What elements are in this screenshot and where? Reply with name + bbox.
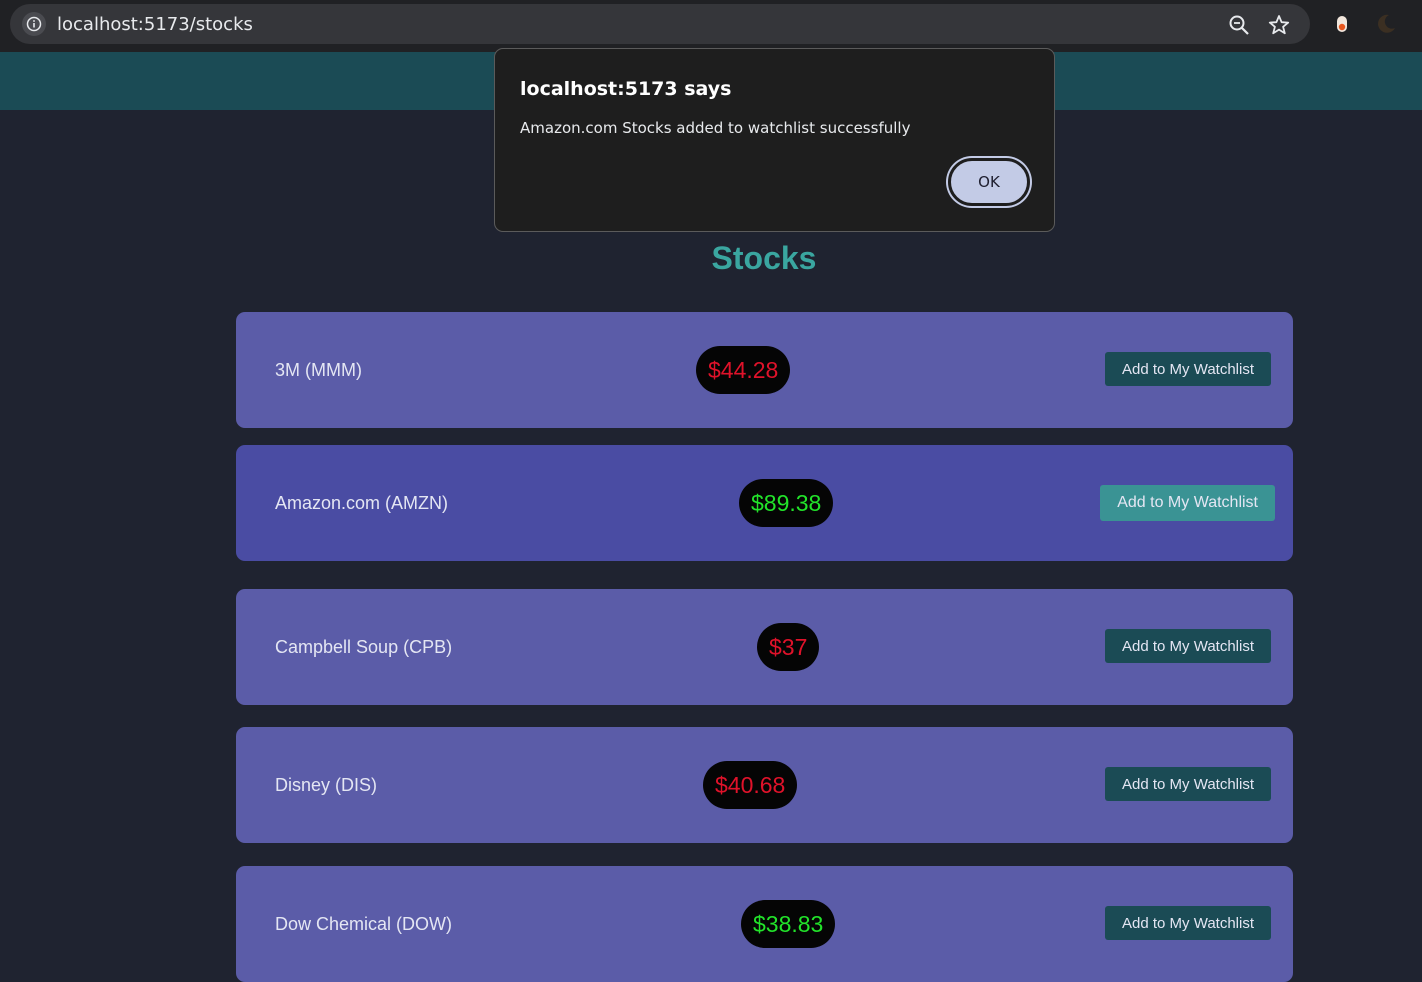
alert-dialog: localhost:5173 says Amazon.com Stocks ad… [494,48,1055,232]
add-to-watchlist-button[interactable]: Add to My Watchlist [1105,906,1271,940]
alert-title: localhost:5173 says [520,78,732,100]
extension-icon[interactable] [1332,14,1352,34]
url-text[interactable]: localhost:5173/stocks [57,14,253,35]
page-title: Stocks [711,240,817,276]
stock-name: Disney (DIS) [275,774,378,795]
stock-price-badge: $40.68 [703,761,798,809]
address-bar[interactable]: localhost:5173/stocks [10,4,1310,44]
add-to-watchlist-button[interactable]: Add to My Watchlist [1105,629,1271,663]
stock-name: 3M (MMM) [275,359,362,380]
stock-card: 3M (MMM) $44.28 Add to My Watchlist [236,312,1293,428]
site-info-icon[interactable] [22,12,46,36]
add-to-watchlist-button[interactable]: Add to My Watchlist [1100,485,1275,521]
add-to-watchlist-button[interactable]: Add to My Watchlist [1105,767,1271,801]
stock-price-badge: $89.38 [739,479,834,527]
add-to-watchlist-button[interactable]: Add to My Watchlist [1105,352,1271,386]
stock-card: Amazon.com (AMZN) $89.38 Add to My Watch… [236,445,1293,561]
browser-toolbar: localhost:5173/stocks [0,0,1422,52]
alert-message: Amazon.com Stocks added to watchlist suc… [520,119,911,137]
stock-name: Amazon.com (AMZN) [275,492,449,513]
stock-name: Campbell Soup (CPB) [275,636,453,657]
bookmark-star-icon[interactable] [1268,14,1290,36]
stock-card: Disney (DIS) $40.68 Add to My Watchlist [236,727,1293,843]
stock-price-badge: $37 [757,623,820,671]
stock-card: Campbell Soup (CPB) $37 Add to My Watchl… [236,589,1293,705]
ok-button[interactable]: OK [948,158,1030,206]
stock-name: Dow Chemical (DOW) [275,913,453,934]
stock-price-badge: $44.28 [696,346,791,394]
stock-price-badge: $38.83 [741,900,836,948]
stock-card: Dow Chemical (DOW) $38.83 Add to My Watc… [236,866,1293,982]
zoom-icon[interactable] [1228,14,1250,36]
dark-mode-moon-icon[interactable] [1374,12,1398,36]
